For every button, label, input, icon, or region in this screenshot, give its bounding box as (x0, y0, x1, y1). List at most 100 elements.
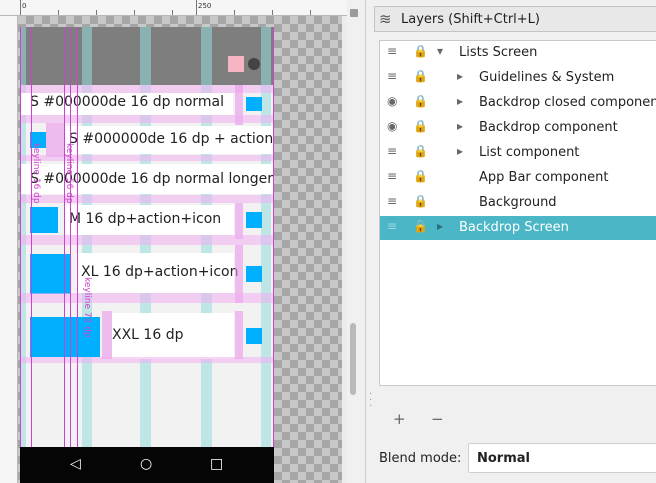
list-row-padding (235, 203, 243, 239)
visibility-hidden-icon[interactable]: ≡ (387, 69, 397, 83)
visibility-hidden-icon[interactable]: ≡ (387, 144, 397, 158)
list-row-padding (20, 115, 274, 123)
drag-handle-icon[interactable]: · · · (369, 390, 372, 412)
layer-row-list-component[interactable]: ≡ 🔒 ▸ List component (380, 141, 656, 165)
list-item-text: S #000000de 16 dp + action (69, 131, 274, 147)
layers-panel-header[interactable]: ≋ Layers (Shift+Ctrl+L) (374, 6, 656, 32)
keyline-label: keyline 16 dp (31, 143, 41, 204)
keyline-label: keyline 56 dp (64, 143, 74, 204)
visibility-hidden-icon[interactable]: ≡ (387, 219, 397, 233)
list-item-action (246, 97, 262, 111)
chevron-right-icon[interactable]: ▸ (457, 69, 463, 83)
lock-icon[interactable]: 🔒 (413, 69, 428, 83)
visibility-hidden-icon[interactable]: ≡ (387, 194, 397, 208)
app-window: 0 250 S #000000de 16 dp normal S #000000… (0, 0, 656, 483)
chevron-right-icon[interactable]: ▸ (457, 119, 463, 133)
vertical-scrollbar-track[interactable] (342, 16, 347, 483)
ruler-tick (196, 0, 197, 15)
chevron-down-icon[interactable]: ▾ (437, 44, 443, 58)
visibility-hidden-icon[interactable]: ≡ (387, 169, 397, 183)
ruler-tick (310, 10, 311, 15)
layer-label: App Bar component (479, 170, 609, 185)
recent-apps-icon: □ (210, 456, 224, 472)
list-item-text: S #000000de 16 dp normal (30, 94, 225, 110)
list-row-padding (46, 123, 64, 157)
layer-label: Backdrop component (479, 120, 618, 135)
layer-list[interactable]: ≡ 🔒 ▾ Lists Screen ≡ 🔒 ▸ Guidelines & Sy… (379, 40, 656, 386)
horizontal-ruler[interactable]: 0 250 (0, 0, 347, 16)
blend-mode-label: Blend mode: (379, 451, 462, 466)
guide-line[interactable] (77, 27, 78, 483)
list-row-padding (102, 311, 112, 359)
list-item-icon (30, 207, 58, 233)
app-bar-avatar-dot (248, 58, 260, 70)
layer-label: Backdrop closed component (479, 95, 656, 110)
eye-icon[interactable]: ◉ (387, 119, 397, 133)
system-nav-bar: ◁ ○ □ (20, 447, 274, 483)
layer-row-background[interactable]: ≡ 🔒 Background (380, 191, 656, 215)
chevron-right-icon[interactable]: ▸ (457, 144, 463, 158)
layer-label: Guidelines & System (479, 70, 615, 85)
blend-mode-select[interactable]: Normal (468, 443, 656, 473)
layer-label: Backdrop Screen (459, 220, 569, 235)
guide-line[interactable] (273, 27, 274, 483)
remove-layer-button[interactable]: − (431, 410, 444, 428)
list-item-text: XL 16 dp+action+icon (81, 264, 239, 280)
list-row-padding (20, 357, 274, 363)
list-item-action (246, 266, 262, 282)
lock-icon[interactable]: 🔒 (413, 119, 428, 133)
chevron-right-icon[interactable]: ▸ (437, 219, 443, 233)
lock-icon[interactable]: 🔒 (413, 94, 428, 108)
lock-icon[interactable]: 🔒 (413, 144, 428, 158)
list-row-padding (20, 155, 274, 161)
ruler-tick (234, 10, 235, 15)
ruler-tick (134, 10, 135, 15)
layer-label: List component (479, 145, 580, 160)
lock-icon[interactable]: 🔒 (413, 169, 428, 183)
ruler-tick (172, 10, 173, 15)
lock-icon[interactable]: 🔒 (413, 219, 428, 233)
layer-label: Background (479, 195, 557, 210)
keyline-label: keyline 72 dp (82, 277, 92, 338)
list-item-action (246, 212, 262, 228)
home-icon: ○ (140, 456, 153, 472)
guide-line[interactable] (64, 27, 65, 483)
lock-icon[interactable]: 🔒 (413, 44, 428, 58)
list-item-text: XXL 16 dp (112, 327, 184, 343)
eye-icon[interactable]: ◉ (387, 94, 397, 108)
vertical-ruler[interactable] (0, 16, 18, 483)
add-layer-button[interactable]: + (393, 410, 406, 428)
ruler-tick (20, 0, 21, 15)
grid-column-guide (261, 27, 271, 483)
list-item-text: M 16 dp+action+icon (69, 211, 222, 227)
layers-toolbar: + − (379, 408, 656, 432)
layers-icon: ≋ (379, 10, 392, 28)
ruler-tick (58, 10, 59, 15)
layer-row-app-bar-component[interactable]: ≡ 🔒 App Bar component (380, 166, 656, 190)
chevron-right-icon[interactable]: ▸ (457, 94, 463, 108)
vertical-scrollbar-thumb[interactable] (350, 323, 356, 395)
layer-row-lists-screen[interactable]: ≡ 🔒 ▾ Lists Screen (380, 41, 656, 65)
layer-row-backdrop-component[interactable]: ◉ 🔒 ▸ Backdrop component (380, 116, 656, 140)
ruler-label-0: 0 (22, 2, 27, 10)
ruler-tick (272, 10, 273, 15)
app-bar-action-placeholder (228, 56, 244, 72)
layer-row-backdrop-screen[interactable]: ≡ 🔒 ▸ Backdrop Screen (380, 216, 656, 240)
layer-row-backdrop-closed-component[interactable]: ◉ 🔒 ▸ Backdrop closed component (380, 91, 656, 115)
lock-icon[interactable]: 🔒 (413, 194, 428, 208)
layers-panel-title: Layers (Shift+Ctrl+L) (401, 12, 541, 27)
layer-label: Lists Screen (459, 45, 538, 60)
guide-line[interactable] (31, 27, 32, 483)
list-row-padding (20, 293, 274, 303)
visibility-hidden-icon[interactable]: ≡ (387, 44, 397, 58)
phone-artboard[interactable]: S #000000de 16 dp normal S #000000de 16 … (20, 27, 274, 483)
layer-row-guidelines-system[interactable]: ≡ 🔒 ▸ Guidelines & System (380, 66, 656, 90)
guide-line[interactable] (20, 27, 21, 483)
canvas-area[interactable]: 0 250 S #000000de 16 dp normal S #000000… (0, 0, 347, 483)
layers-panel: ≋ Layers (Shift+Ctrl+L) ≡ 🔒 ▾ Lists Scre… (365, 0, 656, 483)
panel-divider-handle[interactable] (350, 9, 358, 17)
back-icon: ◁ (70, 456, 81, 472)
blend-mode-value: Normal (477, 451, 530, 466)
guide-line[interactable] (70, 27, 71, 483)
list-item-action (246, 328, 262, 344)
